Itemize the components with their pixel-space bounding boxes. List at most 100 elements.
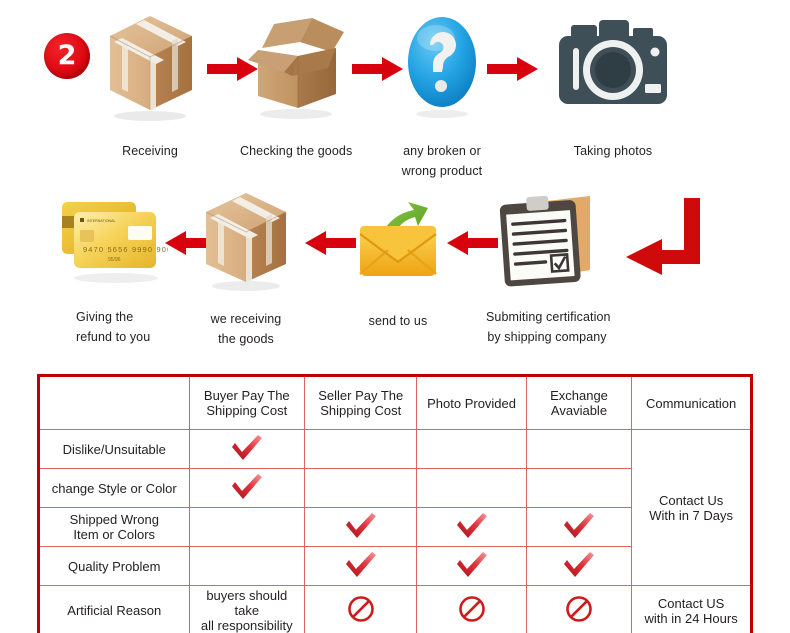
header-line: Seller Pay The — [318, 388, 404, 403]
red-check-icon — [344, 512, 378, 543]
cell-reason: change Style or Color — [38, 468, 190, 508]
header-reason — [38, 375, 190, 430]
cell-reason: Artificial Reason — [38, 585, 190, 633]
cell-seller-pay — [304, 585, 418, 633]
flow-label: by shipping company — [487, 330, 607, 344]
red-prohibition-icon — [458, 595, 486, 626]
flow-node-receiving: Receiving — [98, 10, 202, 161]
clipboard-certificate-icon — [486, 188, 608, 297]
cell-buyer-pay — [188, 507, 306, 547]
header-communication: Communication — [631, 375, 752, 430]
cell-photo-provided — [416, 468, 527, 508]
header-line: Shipping Cost — [206, 403, 288, 418]
cell-photo-provided — [416, 546, 527, 586]
returns-policy-table: Buyer Pay The Shipping Cost Seller Pay T… — [37, 374, 753, 633]
header-photo-provided: Photo Provided — [416, 375, 527, 430]
cell-exchange-available — [525, 507, 633, 547]
note-line: buyers should take — [206, 588, 288, 618]
flow-node-we-receiving: we receiving the goods — [196, 188, 296, 349]
flow-node-broken-check: any broken or wrong product — [400, 10, 484, 181]
header-line: Communication — [645, 395, 737, 411]
arrow-right-icon — [487, 56, 539, 82]
arrow-left-icon — [305, 230, 357, 256]
header-line: Buyer Pay The — [203, 388, 290, 403]
header-line: Avaviable — [550, 403, 608, 418]
cell-buyer-pay — [188, 546, 306, 586]
red-check-icon — [230, 434, 264, 465]
header-buyer-pay: Buyer Pay The Shipping Cost — [188, 375, 306, 430]
cell-reason: Quality Problem — [38, 546, 190, 586]
red-prohibition-icon — [347, 595, 375, 626]
flow-label: refund to you — [76, 330, 151, 344]
cell-buyer-pay — [188, 468, 306, 508]
red-check-icon — [562, 551, 596, 582]
flow-node-certification: Submiting certification by shipping comp… — [486, 188, 611, 347]
flow-node-send-to-us: send to us — [352, 196, 444, 331]
reason-line: Shipped Wrong — [69, 512, 159, 527]
flow-label: the goods — [218, 332, 274, 346]
header-line: Shipping Cost — [320, 403, 402, 418]
flow-label: Receiving — [122, 144, 178, 158]
cell-photo-provided — [416, 585, 527, 633]
cell-communication-merged: Contact Us With in 7 Days — [631, 429, 752, 586]
credit-cards-icon: INTERNATIONAL 9470 5656 9990 9005 95/96 — [56, 190, 177, 295]
flow-label: Taking photos — [573, 144, 653, 158]
step-number-badge: 2 — [44, 33, 90, 79]
question-mark-icon — [400, 10, 484, 127]
cell-seller-pay — [304, 429, 418, 469]
flow-label: send to us — [368, 314, 428, 328]
envelope-send-icon — [352, 196, 444, 293]
flow-label: we receiving — [210, 312, 282, 326]
table-row: Artificial Reason buyers should take all… — [38, 585, 752, 633]
header-exchange-available: Exchange Avaviable — [525, 375, 633, 430]
header-line: Exchange — [550, 388, 608, 403]
sealed-box-icon — [196, 188, 296, 297]
cell-seller-pay — [304, 546, 418, 586]
svg-text:95/96: 95/96 — [108, 257, 121, 263]
cell-buyer-pay — [188, 429, 306, 469]
flow-node-photos: Taking photos — [545, 10, 681, 161]
cell-exchange-available — [525, 585, 633, 633]
header-seller-pay: Seller Pay The Shipping Cost — [304, 375, 418, 430]
open-box-icon — [240, 10, 348, 127]
red-check-icon — [562, 512, 596, 543]
comm-line: Contact US — [657, 595, 725, 611]
flow-label: Submiting certification — [486, 310, 611, 324]
flow-label: wrong product — [401, 164, 483, 178]
svg-text:INTERNATIONAL: INTERNATIONAL — [87, 219, 116, 223]
red-check-icon — [455, 512, 489, 543]
table-header-row: Buyer Pay The Shipping Cost Seller Pay T… — [38, 375, 752, 430]
flow-node-checking: Checking the goods — [240, 10, 353, 161]
red-check-icon — [455, 551, 489, 582]
comm-line: With in 7 Days — [649, 507, 734, 523]
cell-reason: Shipped Wrong Item or Colors — [38, 507, 190, 547]
cell-photo-provided — [416, 429, 527, 469]
header-line: Photo Provided — [427, 395, 517, 411]
cell-seller-pay — [304, 507, 418, 547]
cell-reason: Dislike/Unsuitable — [38, 429, 190, 469]
cell-exchange-available — [525, 468, 633, 508]
cell-communication-last: Contact US with in 24 Hours — [631, 585, 752, 633]
sealed-box-icon — [98, 10, 202, 127]
cell-buyer-pay-note: buyers should take all responsibility — [188, 585, 306, 633]
flow-node-refund: INTERNATIONAL 9470 5656 9990 9005 95/96 … — [56, 190, 177, 347]
flow-label: Checking the goods — [240, 144, 353, 158]
cell-exchange-available — [525, 429, 633, 469]
arrow-right-icon — [352, 56, 404, 82]
red-check-icon — [230, 473, 264, 504]
returns-policy-infographic: 2 Receiving Checking the goods any broke… — [0, 0, 790, 633]
cell-seller-pay — [304, 468, 418, 508]
cell-exchange-available — [525, 546, 633, 586]
camera-icon — [545, 10, 681, 127]
table-row: Dislike/Unsuitable Contact Us With in 7 … — [38, 429, 752, 586]
cell-photo-provided — [416, 507, 527, 547]
svg-text:9470 5656 9990 9005: 9470 5656 9990 9005 — [83, 245, 168, 254]
flow-label: Giving the — [76, 310, 134, 324]
flow-label: any broken or — [403, 144, 481, 158]
comm-line: with in 24 Hours — [644, 610, 738, 626]
comm-line: Contact Us — [658, 492, 724, 508]
reason-line: Item or Colors — [73, 527, 156, 542]
red-check-icon — [344, 551, 378, 582]
elbow-arrow-down-left-icon — [622, 194, 712, 278]
red-prohibition-icon — [565, 595, 593, 626]
